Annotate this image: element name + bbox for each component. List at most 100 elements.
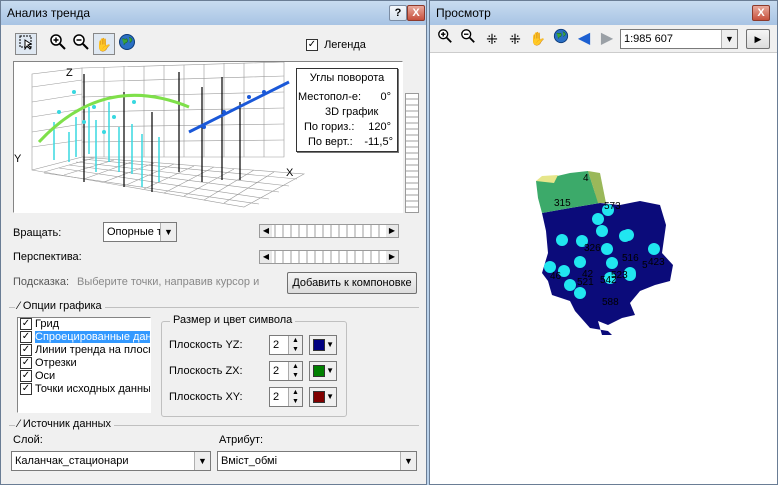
preview-window-title: Просмотр: [436, 6, 491, 20]
forward-arrow-icon[interactable]: ▶: [596, 28, 618, 50]
option-label: Точки исходных данны: [35, 383, 151, 395]
map-point[interactable]: [556, 234, 568, 246]
trend-3d-graph[interactable]: Z X Y Углы поворота Местопол-е: 0° 3D гр…: [13, 61, 403, 213]
graph-vertical-slider[interactable]: [405, 93, 419, 213]
globe-icon[interactable]: [116, 33, 138, 55]
preview-close-button[interactable]: X: [752, 5, 770, 21]
full-extent-globe-icon[interactable]: [550, 28, 572, 50]
layer-select[interactable]: Каланчак_стационари ▼: [11, 451, 211, 471]
zoom-in-icon[interactable]: [47, 33, 69, 55]
option-check-icon[interactable]: ✓: [20, 331, 32, 344]
plane-color-button[interactable]: ▼: [309, 387, 337, 407]
slider-left-arrow-icon[interactable]: ◀: [260, 251, 272, 263]
map-label: 5: [642, 260, 648, 271]
axis-y-label: Y: [14, 153, 22, 165]
spin-arrows-icon[interactable]: ▲ ▼: [288, 362, 302, 380]
map-label: 423: [648, 257, 665, 268]
zoom-out-icon[interactable]: [457, 28, 479, 50]
plane-size-value: 2: [273, 391, 280, 403]
map-label: 588: [602, 297, 619, 308]
chevron-down-icon: ▼: [160, 223, 176, 241]
chevron-down-icon: ▼: [326, 366, 334, 375]
trend-close-button[interactable]: X: [407, 5, 425, 21]
preview-titlebar[interactable]: Просмотр X: [430, 1, 777, 25]
trend-window-title: Анализ тренда: [7, 6, 90, 20]
back-arrow-icon[interactable]: ◀: [573, 28, 595, 50]
graph-options-title-text: Опции графика: [22, 300, 102, 312]
attribute-label: Атрибут:: [219, 434, 264, 446]
map-point[interactable]: [574, 287, 586, 299]
legend-checkbox-label: Легенда: [324, 39, 366, 51]
option-item[interactable]: ✓ Грид: [18, 318, 150, 331]
map-point[interactable]: [596, 225, 608, 237]
scale-select[interactable]: 1:985 607 ▼: [620, 29, 738, 49]
select-tool-icon[interactable]: [15, 33, 37, 55]
fixed-zoom-in-icon[interactable]: ⁜: [481, 28, 503, 50]
slider-right-arrow-icon[interactable]: ▶: [386, 251, 398, 263]
option-label: Грид: [35, 318, 60, 330]
rotate-label: Вращать:: [13, 227, 62, 239]
plane-size-stepper[interactable]: 2 ▲ ▼: [269, 361, 303, 381]
perspective-label: Перспектива:: [13, 251, 82, 263]
map-point[interactable]: [574, 256, 586, 268]
option-check-icon[interactable]: ✓: [20, 318, 32, 331]
vertical-value: -11,5°: [364, 136, 393, 148]
color-swatch: [313, 391, 325, 403]
map-point[interactable]: [648, 243, 660, 255]
rotate-select[interactable]: Опорные т ▼: [103, 222, 177, 242]
legend-check-icon: ✓: [306, 39, 318, 52]
option-check-icon[interactable]: ✓: [20, 383, 32, 396]
pan-hand-icon[interactable]: ✋: [527, 28, 549, 50]
slider-right-arrow-icon[interactable]: ▶: [386, 225, 398, 237]
trend-titlebar[interactable]: Анализ тренда ? X: [1, 1, 426, 25]
graph-3d-label: 3D график: [325, 106, 379, 118]
option-check-icon[interactable]: ✓: [20, 344, 32, 357]
plane-color-button[interactable]: ▼: [309, 335, 337, 355]
option-item[interactable]: ✓ Оси: [18, 370, 150, 383]
plane-label: Плоскость ZX:: [169, 365, 243, 377]
preview-expand-button[interactable]: ▶: [746, 29, 770, 49]
plane-size-stepper[interactable]: 2 ▲ ▼: [269, 335, 303, 355]
map-point[interactable]: [601, 243, 613, 255]
attribute-select[interactable]: Вміст_обмі ▼: [217, 451, 417, 471]
option-item[interactable]: ✓ Линии тренда на плоск: [18, 344, 150, 357]
option-check-icon[interactable]: ✓: [20, 370, 32, 383]
option-item[interactable]: ✓ Точки исходных данны: [18, 383, 150, 396]
map-label: 573: [604, 201, 621, 212]
legend-checkbox[interactable]: ✓ Легенда: [306, 39, 366, 52]
plane-size-value: 2: [273, 365, 280, 377]
map-point[interactable]: [622, 229, 634, 241]
rotate-slider[interactable]: ◀ ▶: [259, 224, 399, 238]
axis-z-label: Z: [66, 67, 73, 79]
add-to-layout-button[interactable]: Добавить к компоновке: [287, 272, 417, 294]
map-label: 521: [577, 277, 594, 288]
fixed-zoom-out-icon[interactable]: ⁜: [504, 28, 526, 50]
option-item[interactable]: ✓ Спроецированные дан: [18, 331, 150, 344]
map-label: 542: [600, 275, 617, 286]
option-check-icon[interactable]: ✓: [20, 357, 32, 370]
map-point[interactable]: [564, 279, 576, 291]
perspective-slider[interactable]: ◀ ▶: [259, 250, 399, 264]
layer-label: Слой:: [13, 434, 43, 446]
option-label: Отрезки: [35, 357, 77, 369]
zoom-out-icon[interactable]: [70, 33, 92, 55]
hint-label: Подсказка:: [13, 276, 70, 288]
map-label: 326: [584, 243, 601, 254]
zoom-in-icon[interactable]: [434, 28, 456, 50]
options-list[interactable]: ✓ Грид ✓ Спроецированные дан ✓ Линии тренда н…: [17, 317, 151, 413]
map-point[interactable]: [592, 213, 604, 225]
help-button[interactable]: ?: [389, 5, 407, 21]
plane-size-stepper[interactable]: 2 ▲ ▼: [269, 387, 303, 407]
map-point[interactable]: [606, 257, 618, 269]
data-source-title-text: Источник данных: [22, 418, 112, 430]
horizontal-value: 120°: [368, 121, 391, 133]
slider-left-arrow-icon[interactable]: ◀: [260, 225, 272, 237]
position-label: Местопол-е:: [298, 91, 362, 103]
option-item[interactable]: ✓ Отрезки: [18, 357, 150, 370]
plane-color-button[interactable]: ▼: [309, 361, 337, 381]
spin-arrows-icon[interactable]: ▲ ▼: [288, 388, 302, 406]
spin-arrows-icon[interactable]: ▲ ▼: [288, 336, 302, 354]
rotation-angles-box: Углы поворота Местопол-е: 0° 3D график П…: [296, 68, 398, 152]
pan-hand-icon[interactable]: ✋: [93, 33, 115, 55]
map-canvas[interactable]: 315 5734423326523516546 42521 542588: [430, 53, 777, 483]
